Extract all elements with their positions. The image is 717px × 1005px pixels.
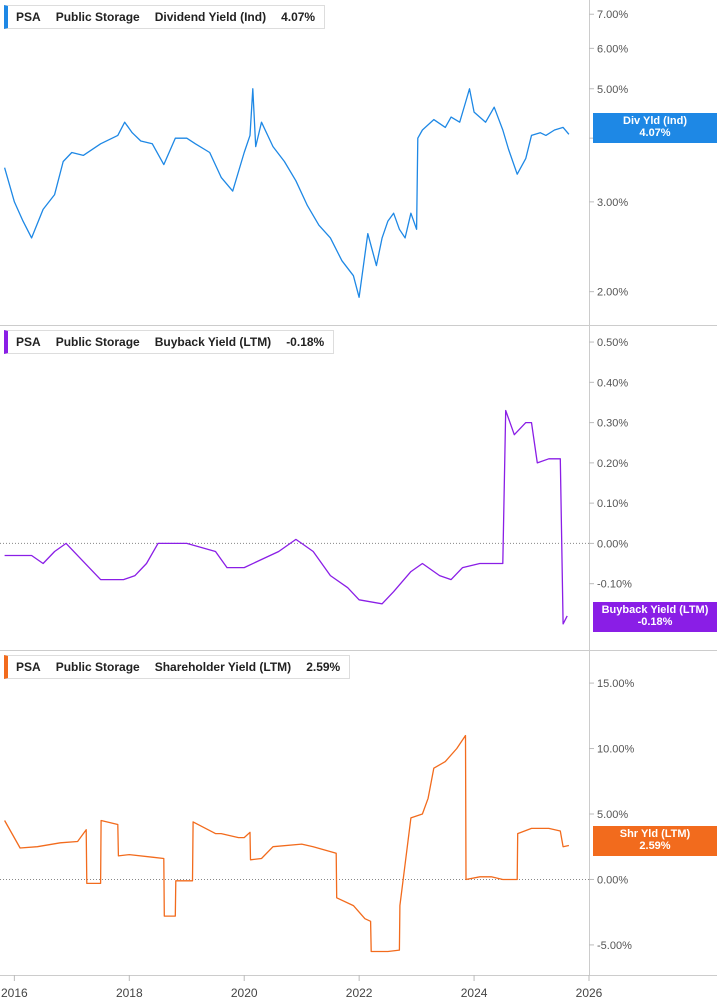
x-tick-label: 2018	[116, 986, 143, 1000]
badge-label: Buyback Yield (LTM)	[601, 604, 709, 616]
series-line-buyback	[4, 409, 568, 625]
y-tick-label: 7.00%	[597, 9, 628, 21]
y-tick-label: 5.00%	[597, 84, 628, 96]
y-tick-label: 0.10%	[597, 498, 628, 510]
shareholder-yield-badge: Shr Yld (LTM) 2.59%	[593, 826, 717, 856]
legend-metric: Dividend Yield (Ind)	[154, 10, 267, 24]
badge-label: Div Yld (Ind)	[623, 115, 687, 127]
y-tick-label: 0.00%	[597, 538, 628, 550]
buyback-yield-badge: Buyback Yield (LTM) -0.18%	[593, 602, 717, 632]
legend-metric: Shareholder Yield (LTM)	[154, 660, 292, 674]
legend-ticker: PSA	[16, 660, 41, 674]
y-tick-label: -5.00%	[597, 940, 632, 952]
series-line-shareholder	[4, 734, 570, 953]
dividend-yield-badge: Div Yld (Ind) 4.07%	[593, 113, 717, 143]
x-tick-label: 2022	[346, 986, 373, 1000]
series-line-dividend	[3, 88, 570, 298]
legend-ticker: PSA	[16, 335, 41, 349]
y-tick-label: 0.30%	[597, 418, 628, 430]
badge-value: -0.18%	[637, 616, 673, 628]
x-tick-label: 2016	[1, 986, 28, 1000]
x-tick-label: 2020	[231, 986, 258, 1000]
y-tick-label: 0.40%	[597, 377, 628, 389]
legend-value: -0.18%	[286, 335, 325, 349]
y-tick-label: 3.00%	[597, 197, 628, 209]
y-tick-label: 0.20%	[597, 458, 628, 470]
x-tick-label: 2024	[461, 986, 488, 1000]
legend-company: Public Storage	[55, 660, 140, 674]
y-tick-label: 10.00%	[597, 744, 635, 756]
legend-value: 2.59%	[306, 660, 341, 674]
legend-company: Public Storage	[55, 335, 140, 349]
y-tick-label: 6.00%	[597, 43, 628, 55]
legend-dividend-yield: PSA Public Storage Dividend Yield (Ind) …	[4, 5, 326, 29]
y-tick-label: 5.00%	[597, 809, 628, 821]
legend-buyback-yield: PSA Public Storage Buyback Yield (LTM) -…	[4, 330, 335, 354]
legend-shareholder-yield: PSA Public Storage Shareholder Yield (LT…	[4, 655, 351, 679]
badge-value: 2.59%	[639, 840, 671, 852]
y-tick-label: 2.00%	[597, 287, 628, 299]
legend-ticker: PSA	[16, 10, 41, 24]
y-tick-label: 0.50%	[597, 337, 628, 349]
legend-metric: Buyback Yield (LTM)	[154, 335, 272, 349]
legend-company: Public Storage	[55, 10, 140, 24]
y-tick-label: 0.00%	[597, 874, 628, 886]
badge-value: 4.07%	[639, 127, 671, 139]
badge-label: Shr Yld (LTM)	[619, 828, 691, 840]
legend-value: 4.07%	[281, 10, 316, 24]
y-tick-label: -0.10%	[597, 579, 632, 591]
y-tick-label: 15.00%	[597, 678, 635, 690]
x-tick-label: 2026	[576, 986, 603, 1000]
